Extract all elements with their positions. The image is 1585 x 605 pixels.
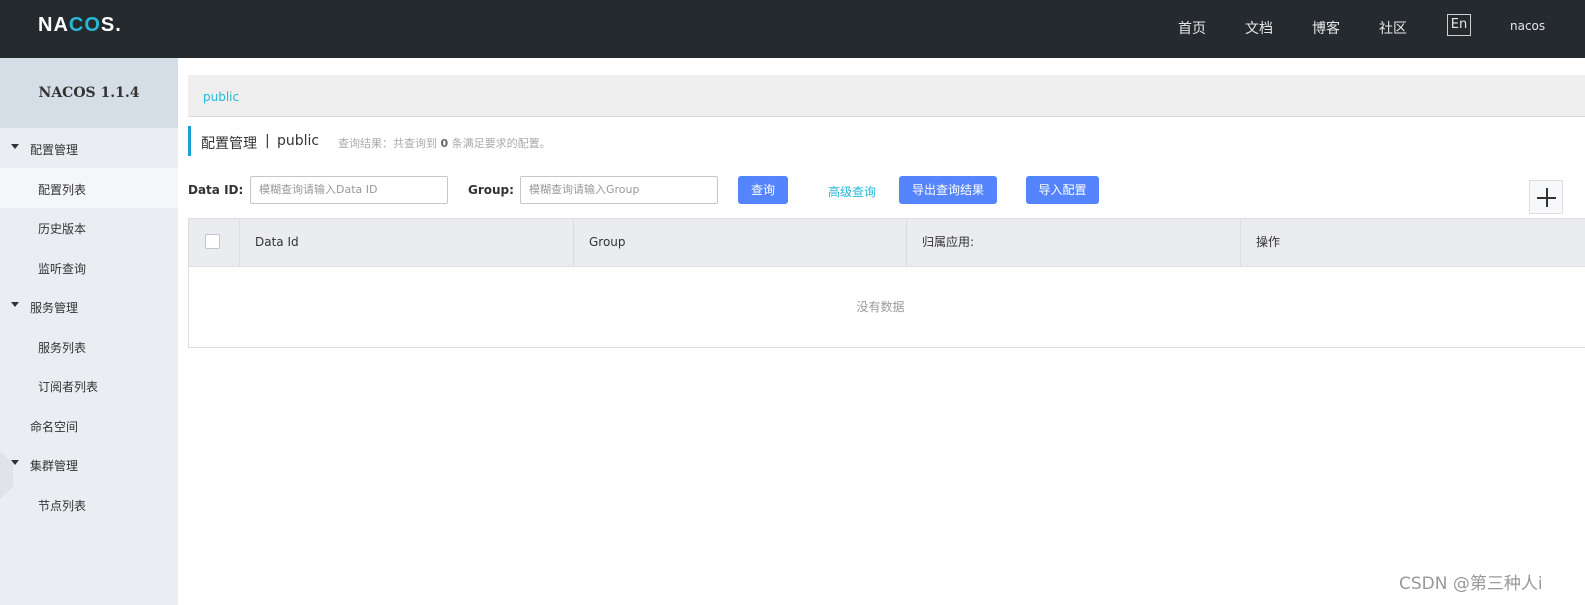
sidebar-item-history[interactable]: 历史版本 bbox=[0, 207, 178, 247]
namespace-bar: public bbox=[188, 75, 1585, 117]
sidebar: NACOS 1.1.4 配置管理 配置列表 历史版本 监听查询 服务管理 服务列… bbox=[0, 58, 178, 605]
nacos-logo[interactable]: NACOS. bbox=[38, 14, 122, 37]
title-accent-bar bbox=[188, 126, 191, 156]
title-separator: | bbox=[265, 133, 270, 149]
caret-down-icon bbox=[11, 144, 19, 149]
column-app[interactable]: 归属应用: bbox=[907, 219, 974, 266]
sidebar-item-service-list[interactable]: 服务列表 bbox=[0, 326, 178, 366]
title-namespace: public bbox=[277, 133, 320, 149]
sidebar-item-namespace[interactable]: 命名空间 bbox=[0, 405, 178, 445]
query-result-summary: 查询结果：共查询到 0 条满足要求的配置。 bbox=[338, 137, 551, 150]
nav-community[interactable]: 社区 bbox=[1379, 18, 1407, 38]
sidebar-item-subscriber-list[interactable]: 订阅者列表 bbox=[0, 365, 178, 405]
group-input[interactable]: 模糊查询请输入Group bbox=[520, 176, 718, 204]
sidebar-group-service[interactable]: 服务管理 bbox=[0, 286, 178, 326]
column-data-id[interactable]: Data Id bbox=[240, 219, 299, 266]
table-header: Data Id Group 归属应用: 操作 bbox=[189, 219, 1585, 267]
sidebar-item-node-list[interactable]: 节点列表 bbox=[0, 484, 178, 524]
top-navbar: NACOS. 首页 文档 博客 社区 En nacos bbox=[0, 0, 1585, 58]
data-id-label: Data ID: bbox=[188, 183, 244, 197]
sidebar-item-config-list[interactable]: 配置列表 bbox=[0, 168, 178, 208]
page-title: 配置管理 bbox=[201, 136, 257, 152]
watermark: CSDN @第三种人i bbox=[1399, 574, 1543, 594]
empty-state-text: 没有数据 bbox=[856, 300, 905, 314]
config-table: Data Id Group 归属应用: 操作 没有数据 bbox=[188, 218, 1585, 348]
add-config-button[interactable] bbox=[1529, 180, 1563, 214]
export-results-button[interactable]: 导出查询结果 bbox=[899, 176, 997, 204]
data-id-input[interactable]: 模糊查询请输入Data ID bbox=[250, 176, 448, 204]
column-actions: 操作 bbox=[1256, 235, 1281, 249]
sidebar-group-config[interactable]: 配置管理 bbox=[0, 128, 178, 168]
nav-docs[interactable]: 文档 bbox=[1245, 18, 1273, 38]
namespace-public-link[interactable]: public bbox=[203, 90, 239, 104]
select-all-checkbox[interactable] bbox=[205, 234, 220, 249]
sidebar-group-cluster[interactable]: 集群管理 bbox=[0, 444, 178, 484]
column-group[interactable]: Group bbox=[574, 219, 626, 266]
nav-blog[interactable]: 博客 bbox=[1312, 18, 1340, 38]
page-title-row: 配置管理 | public 查询结果：共查询到 0 条满足要求的配置。 bbox=[188, 126, 1585, 156]
import-config-button[interactable]: 导入配置 bbox=[1026, 176, 1099, 204]
group-label: Group: bbox=[468, 183, 514, 197]
advanced-query-link[interactable]: 高级查询 bbox=[828, 183, 876, 200]
version-title: NACOS 1.1.4 bbox=[0, 58, 178, 128]
language-switch-button[interactable]: En bbox=[1447, 14, 1471, 36]
nav-home[interactable]: 首页 bbox=[1178, 18, 1206, 38]
query-button[interactable]: 查询 bbox=[738, 176, 788, 204]
username[interactable]: nacos bbox=[1510, 19, 1545, 33]
sidebar-item-listener-query[interactable]: 监听查询 bbox=[0, 247, 178, 287]
caret-down-icon bbox=[11, 302, 19, 307]
